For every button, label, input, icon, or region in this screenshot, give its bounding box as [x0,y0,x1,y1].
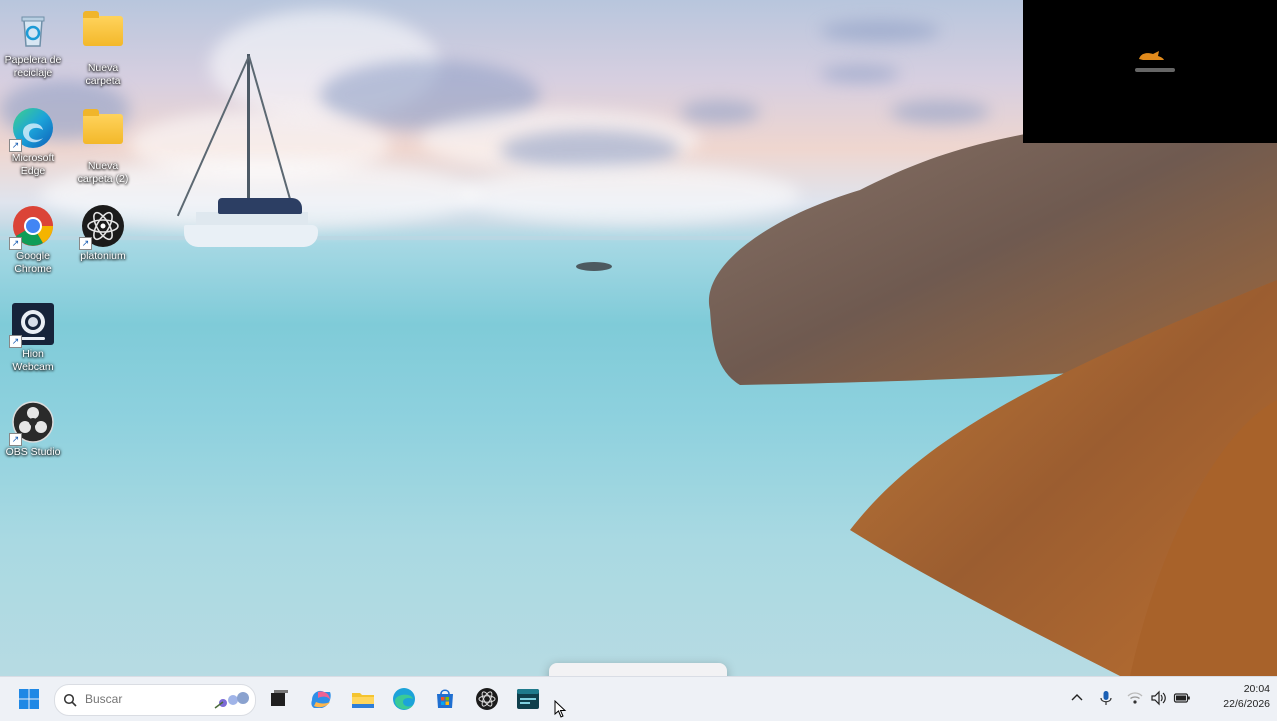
network-icon[interactable] [1126,689,1144,707]
shortcut-arrow-icon: ↗ [79,237,92,250]
desktop-icon-label: Google Chrome [14,250,52,275]
search-icon [63,693,77,707]
video-preview-window[interactable] [1023,0,1277,143]
shortcut-arrow-icon: ↗ [9,237,22,250]
folder-icon [83,109,123,144]
search-input[interactable] [85,691,205,707]
desktop-icon-hion-webcam[interactable]: ↗ Hion Webcam [1,302,65,374]
terminal-icon[interactable] [515,686,541,712]
clock-date: 22/6/2026 [1223,698,1270,710]
recycle-bin-icon [21,16,45,47]
taskbar-search-box[interactable] [54,684,256,716]
task-view-icon[interactable] [266,686,292,712]
search-highlight-icon [214,692,249,709]
desktop-icon-label: platonium [80,250,126,262]
microphone-icon[interactable] [1097,689,1115,707]
copilot-icon[interactable] [308,686,334,712]
microsoft-store-icon[interactable] [432,686,458,712]
shortcut-arrow-icon: ↗ [9,335,22,348]
desktop-icon-obs-studio[interactable]: ↗ OBS Studio [1,400,65,459]
platonium-icon[interactable] [474,686,500,712]
folder-icon [83,11,123,46]
edge-icon[interactable] [391,686,417,712]
chevron-up-icon[interactable] [1068,689,1086,707]
desktop-icon-label: OBS Studio [5,446,61,458]
preview-caption [1135,68,1175,72]
desktop-icon-label: Nueva carpeta (2) [77,160,129,185]
desktop-icon-recycle-bin[interactable]: Papelera de reciclaje [1,8,65,80]
desktop-icon-google-chrome[interactable]: ↗ Google Chrome [1,204,65,276]
desktop-icon-nueva-carpeta[interactable]: Nueva carpeta [71,8,135,88]
desktop-icon-microsoft-edge[interactable]: ↗ Microsoft Edge [1,106,65,178]
desktop-icon-label: Hion Webcam [12,348,54,373]
speaker-icon[interactable] [1150,689,1168,707]
taskbar-clock[interactable]: 20:04 22/6/2026 [1200,682,1270,712]
file-explorer-icon[interactable] [350,686,376,712]
desktop-icon-label: Nueva carpeta [85,62,121,87]
fox-logo-icon [1139,51,1164,60]
mouse-cursor-icon [554,700,567,718]
desktop-icon-label: Papelera de reciclaje [4,54,62,79]
desktop-icon-nueva-carpeta-2[interactable]: Nueva carpeta (2) [71,106,135,186]
desktop-icon-platonium[interactable]: ↗ platonium [71,204,135,263]
desktop-icon-label: Microsoft Edge [11,152,55,177]
clock-time: 20:04 [1243,683,1270,695]
shortcut-arrow-icon: ↗ [9,139,22,152]
taskbar: 20:04 22/6/2026 [0,676,1277,721]
shortcut-arrow-icon: ↗ [9,433,22,446]
battery-icon[interactable] [1173,689,1191,707]
windows-start-icon[interactable] [18,688,40,710]
